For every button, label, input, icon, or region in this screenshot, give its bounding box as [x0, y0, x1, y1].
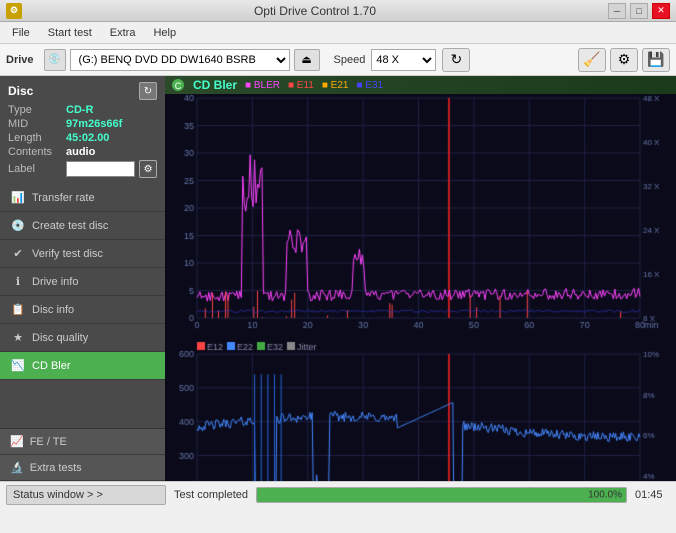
- menu-help[interactable]: Help: [145, 25, 184, 41]
- maximize-button[interactable]: □: [630, 3, 648, 19]
- app-icon: ⚙: [6, 3, 22, 19]
- svg-text:C: C: [175, 81, 182, 91]
- drive-info-icon: ℹ: [10, 274, 26, 290]
- mid-label: MID: [8, 118, 66, 130]
- mid-value: 97m26s66f: [66, 118, 122, 130]
- nav-create-disc-label: Create test disc: [32, 220, 108, 232]
- label-key: Label: [8, 163, 66, 175]
- sidebar: Disc ↻ Type CD-R MID 97m26s66f Length 45…: [0, 76, 165, 481]
- status-window-label: Status window > >: [13, 489, 103, 501]
- menu-extra[interactable]: Extra: [102, 25, 144, 41]
- chart2-canvas: [165, 340, 676, 481]
- nav-create-test-disc[interactable]: 💿 Create test disc: [0, 212, 165, 240]
- refresh-button[interactable]: ↻: [442, 48, 470, 72]
- nav-extra-tests-label: Extra tests: [30, 462, 82, 474]
- toolbar: Drive 💿 (G:) BENQ DVD DD DW1640 BSRB ⏏ S…: [0, 44, 676, 76]
- legend-e21: ■ E21: [322, 80, 349, 91]
- nav-cd-bler[interactable]: 📉 CD Bler: [0, 352, 165, 380]
- toolbar-right: 🧹 ⚙ 💾: [578, 48, 670, 72]
- nav-disc-quality-label: Disc quality: [32, 332, 88, 344]
- title-bar: ⚙ Opti Drive Control 1.70 ─ □ ✕: [0, 0, 676, 22]
- minimize-button[interactable]: ─: [608, 3, 626, 19]
- legend-e11: ■ E11: [288, 80, 314, 91]
- status-text: Test completed: [174, 489, 248, 501]
- menu-start-test[interactable]: Start test: [40, 25, 100, 41]
- eraser-button[interactable]: 🧹: [578, 48, 606, 72]
- progress-fill: [257, 488, 626, 502]
- nav-transfer-rate[interactable]: 📊 Transfer rate: [0, 184, 165, 212]
- status-bar: Status window > > Test completed 100.0% …: [0, 481, 676, 507]
- speed-select[interactable]: 48 X: [371, 49, 436, 71]
- legend-e31: ■ E31: [356, 80, 383, 91]
- label-value[interactable]: [66, 161, 136, 177]
- speed-label: Speed: [334, 54, 366, 66]
- verify-disc-icon: ✔: [10, 246, 26, 262]
- type-value: CD-R: [66, 104, 94, 116]
- contents-value: audio: [66, 146, 95, 158]
- transfer-rate-icon: 📊: [10, 190, 26, 206]
- content-area: C CD Bler ■ BLER ■ E11 ■ E21 ■ E31: [165, 76, 676, 481]
- drive-select[interactable]: (G:) BENQ DVD DD DW1640 BSRB: [70, 49, 290, 71]
- nav-disc-quality[interactable]: ★ Disc quality: [0, 324, 165, 352]
- legend-bler: ■ BLER: [245, 80, 280, 91]
- drive-label: Drive: [6, 54, 34, 66]
- window-title: Opti Drive Control 1.70: [22, 4, 608, 18]
- progress-label: 100.0%: [588, 489, 622, 500]
- nav-verify-disc-label: Verify test disc: [32, 248, 103, 260]
- nav-verify-test-disc[interactable]: ✔ Verify test disc: [0, 240, 165, 268]
- disc-panel: Disc ↻ Type CD-R MID 97m26s66f Length 45…: [0, 76, 165, 184]
- main-layout: Disc ↻ Type CD-R MID 97m26s66f Length 45…: [0, 76, 676, 481]
- nav-transfer-rate-label: Transfer rate: [32, 192, 95, 204]
- length-label: Length: [8, 132, 66, 144]
- chart-title-bar: C CD Bler ■ BLER ■ E11 ■ E21 ■ E31: [165, 76, 676, 94]
- chart-title: CD Bler: [193, 78, 237, 92]
- nav-drive-info-label: Drive info: [32, 276, 78, 288]
- disc-refresh-button[interactable]: ↻: [139, 82, 157, 100]
- status-window-button[interactable]: Status window > >: [6, 485, 166, 505]
- sidebar-bottom: 📈 FE / TE 🔬 Extra tests: [0, 428, 165, 481]
- nav-fe-te-label: FE / TE: [30, 436, 67, 448]
- nav-cd-bler-label: CD Bler: [32, 360, 71, 372]
- chart1-canvas: [165, 94, 676, 336]
- close-button[interactable]: ✕: [652, 3, 670, 19]
- type-label: Type: [8, 104, 66, 116]
- contents-label: Contents: [8, 146, 66, 158]
- menu-bar: File Start test Extra Help: [0, 22, 676, 44]
- settings-button[interactable]: ⚙: [610, 48, 638, 72]
- label-settings-button[interactable]: ⚙: [139, 160, 157, 178]
- time-display: 01:45: [635, 489, 670, 501]
- menu-file[interactable]: File: [4, 25, 38, 41]
- eject-button[interactable]: ⏏: [294, 49, 320, 71]
- extra-tests-icon: 🔬: [10, 461, 24, 474]
- nav-drive-info[interactable]: ℹ Drive info: [0, 268, 165, 296]
- disc-info-icon: 📋: [10, 302, 26, 318]
- drive-icon: 💿: [44, 49, 66, 71]
- length-value: 45:02.00: [66, 132, 109, 144]
- drive-selector-wrap: 💿 (G:) BENQ DVD DD DW1640 BSRB ⏏: [44, 49, 320, 71]
- sidebar-nav: 📊 Transfer rate 💿 Create test disc ✔ Ver…: [0, 184, 165, 428]
- disc-title: Disc: [8, 84, 33, 98]
- window-controls: ─ □ ✕: [608, 3, 670, 19]
- disc-quality-icon: ★: [10, 330, 26, 346]
- nav-disc-info[interactable]: 📋 Disc info: [0, 296, 165, 324]
- create-disc-icon: 💿: [10, 218, 26, 234]
- nav-extra-tests[interactable]: 🔬 Extra tests: [0, 455, 165, 481]
- nav-disc-info-label: Disc info: [32, 304, 74, 316]
- nav-fe-te[interactable]: 📈 FE / TE: [0, 429, 165, 455]
- progress-bar: 100.0%: [256, 487, 627, 503]
- save-button[interactable]: 💾: [642, 48, 670, 72]
- cd-bler-icon: 📉: [10, 358, 26, 374]
- fe-te-icon: 📈: [10, 435, 24, 448]
